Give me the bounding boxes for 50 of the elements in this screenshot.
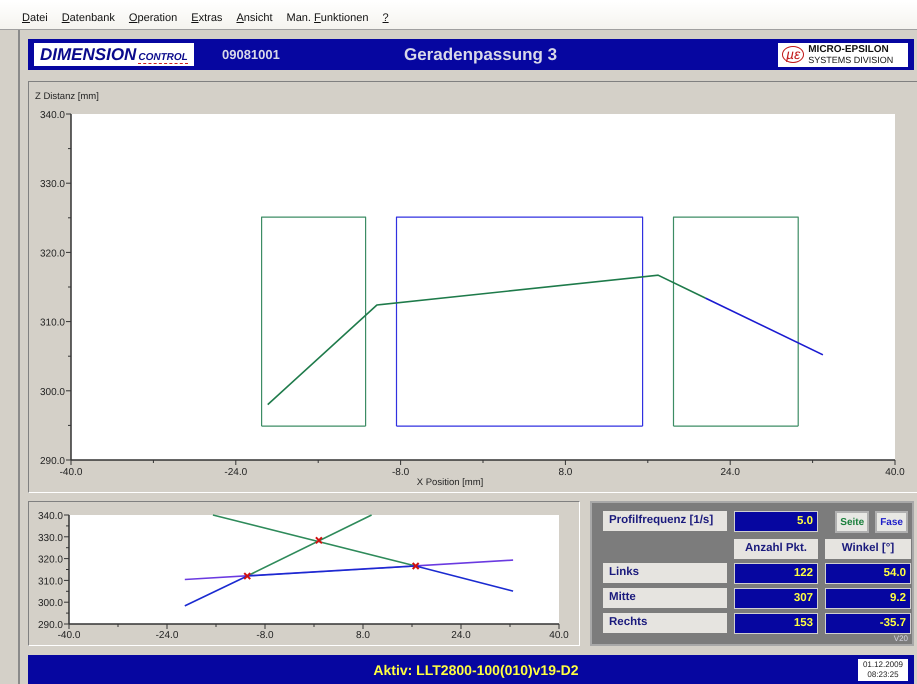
tick-label: -40.0 <box>60 467 82 478</box>
tick-label: 290.0 <box>40 456 65 467</box>
tick-label: 320.0 <box>38 554 63 566</box>
tick-label: -8.0 <box>256 630 274 641</box>
column-header: Anzahl Pkt. <box>734 539 818 559</box>
table-cell: 153 <box>734 613 818 634</box>
window-title: Geradenpassung 3 <box>404 44 558 64</box>
axis-title: X Position [mm] <box>416 477 484 488</box>
tick-label: 40.0 <box>549 630 569 641</box>
active-sensor: Aktiv: LLT2800-100(010)v19-D2 <box>372 662 580 678</box>
tick-label: 8.0 <box>558 467 572 478</box>
frequency-value: 5.0 <box>734 511 818 532</box>
measurement-code: 09081001 <box>222 47 281 62</box>
table-cell: -35.7 <box>825 613 911 634</box>
date-text: 01.12.2009 <box>862 660 903 670</box>
brand-division: SYSTEMS DIVISION <box>808 54 894 64</box>
tick-label: 310.0 <box>38 576 63 588</box>
brand-mark: µε <box>782 46 804 63</box>
row-label: Rechts <box>603 613 727 633</box>
row-label: Links <box>603 563 727 583</box>
tick-label: 40.0 <box>885 467 905 478</box>
frequency-label: Profilfrequenz [1/s] <box>603 511 727 531</box>
column-header: Winkel [°] <box>825 539 911 559</box>
time-text: 08:23:25 <box>867 670 899 680</box>
table-cell: 54.0 <box>825 563 911 584</box>
table-cell: 9.2 <box>825 588 911 609</box>
tick-label: 310.0 <box>40 318 65 329</box>
table-cell: 122 <box>734 563 818 584</box>
tick-label: 24.0 <box>451 630 471 641</box>
tick-label: 340.0 <box>38 511 63 522</box>
version-label: V20 <box>894 634 908 643</box>
tick-label: -8.0 <box>392 467 410 478</box>
tick-label: 330.0 <box>38 532 63 544</box>
tick-label: 290.0 <box>38 620 63 631</box>
table-cell: 307 <box>734 588 818 609</box>
tick-label: 330.0 <box>40 179 65 190</box>
tick-label: -24.0 <box>156 630 178 641</box>
row-label: Mitte <box>603 588 727 608</box>
logo-subtext: CONTROL <box>138 52 188 64</box>
logo-text: DIMENSION <box>40 45 136 65</box>
tick-label: 24.0 <box>720 467 740 478</box>
tick-label: -24.0 <box>224 467 248 478</box>
tick-label: 340.0 <box>40 110 65 121</box>
tick-label: -40.0 <box>58 630 80 641</box>
axis-title: Z Distanz [mm] <box>35 91 99 102</box>
tick-label: 320.0 <box>40 248 65 260</box>
tick-label: 300.0 <box>38 598 63 610</box>
brand-name: MICRO-EPSILON <box>808 44 890 54</box>
tick-label: 8.0 <box>356 630 370 641</box>
tick-label: 300.0 <box>40 386 65 398</box>
